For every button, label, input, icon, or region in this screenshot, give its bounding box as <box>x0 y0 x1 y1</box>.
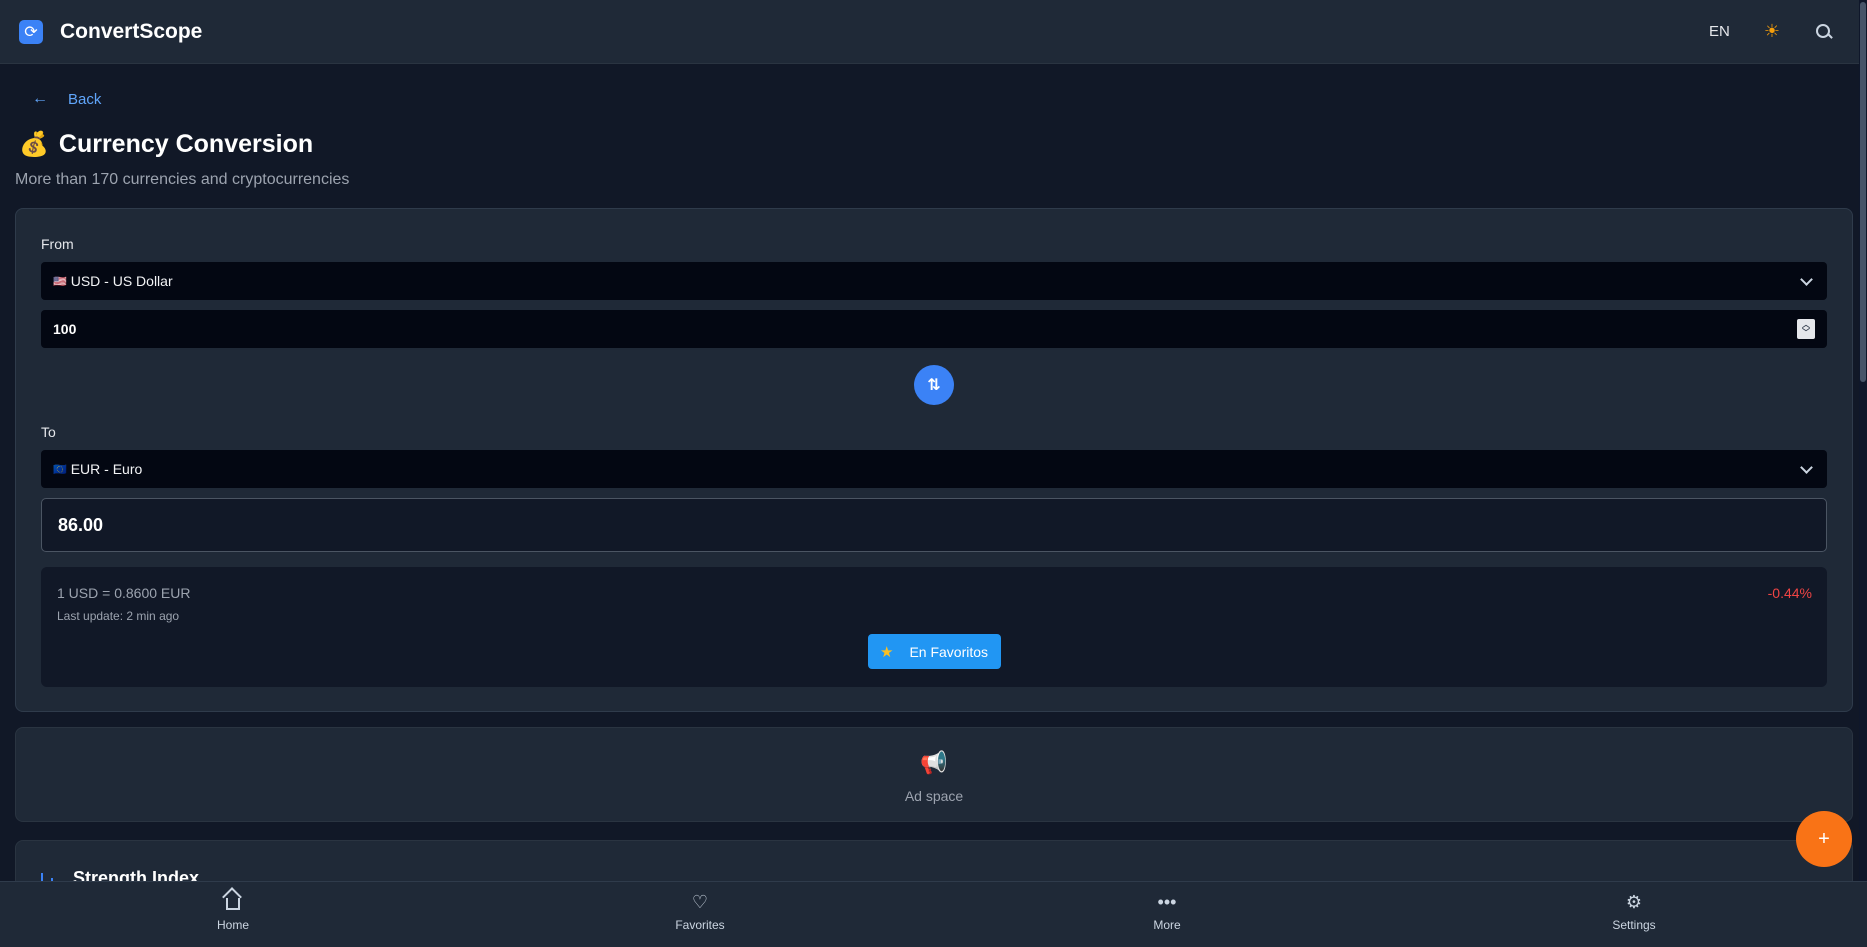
nav-item-more[interactable]: ••• More <box>1107 892 1227 932</box>
arrow-left-icon: ← <box>32 90 48 107</box>
amount-value: 100 <box>53 321 77 337</box>
favorite-label: En Favoritos <box>909 643 989 660</box>
more-icon: ••• <box>1157 892 1177 912</box>
from-label: From <box>41 236 74 252</box>
page-title-text: Currency Conversion <box>58 130 314 158</box>
back-label: Back <box>68 90 102 108</box>
top-bar: ⟳ ConvertScope EN ☀ <box>0 0 1867 64</box>
exchange-rate: 1 USD = 0.8600 EUR <box>57 585 191 601</box>
swap-button[interactable]: ⇅ <box>914 365 954 405</box>
app-title[interactable]: ConvertScope <box>60 20 202 44</box>
refresh-icon[interactable]: ⟳ <box>19 19 43 44</box>
us-flag-icon: 🇺🇸 <box>53 275 67 288</box>
amount-input[interactable]: 100 ︿ ﹀ <box>41 310 1827 348</box>
to-currency-select[interactable]: 🇪🇺 EUR - Euro <box>41 450 1827 488</box>
result-field: 86.00 <box>41 498 1827 552</box>
add-fab-button[interactable]: + <box>1796 811 1852 867</box>
from-currency-value: USD - US Dollar <box>70 273 173 289</box>
home-icon <box>226 892 240 912</box>
sun-icon[interactable]: ☀ <box>1764 21 1780 42</box>
plus-icon: + <box>1818 827 1830 850</box>
page-title: 💰 Currency Conversion <box>19 130 313 159</box>
gear-icon: ⚙ <box>1625 892 1643 912</box>
swap-icon: ⇅ <box>927 377 941 394</box>
ad-space[interactable]: 📢 Ad space <box>15 727 1853 822</box>
megaphone-icon: 📢 <box>920 750 948 775</box>
nav-label-favorites: Favorites <box>675 918 725 932</box>
star-icon: ★ <box>880 643 894 661</box>
chevron-down-icon <box>1800 460 1813 474</box>
to-label: To <box>41 424 56 440</box>
scrollbar-thumb[interactable] <box>1860 2 1866 382</box>
rate-change: -0.44% <box>1767 585 1812 601</box>
eu-flag-icon: 🇪🇺 <box>53 463 67 476</box>
nav-label-home: Home <box>216 918 249 932</box>
heart-icon: ♡ <box>691 892 709 912</box>
converter-card: From 🇺🇸 USD - US Dollar 100 ︿ ﹀ ⇅ To 🇪🇺 E… <box>15 208 1853 712</box>
last-update: Last update: 2 min ago <box>57 609 180 623</box>
money-bag-icon: 💰 <box>19 131 49 158</box>
back-link[interactable]: ← Back <box>32 90 101 108</box>
nav-item-settings[interactable]: ⚙ Settings <box>1574 892 1694 932</box>
language-button[interactable]: EN <box>1709 23 1730 40</box>
top-actions: EN ☀ <box>1709 21 1834 42</box>
search-icon[interactable] <box>1814 22 1834 42</box>
amount-stepper[interactable]: ︿ ﹀ <box>1797 319 1815 339</box>
ad-label: Ad space <box>904 788 964 804</box>
page-subtitle: More than 170 currencies and cryptocurre… <box>15 171 350 188</box>
nav-label-settings: Settings <box>1612 918 1656 932</box>
rate-info: 1 USD = 0.8600 EUR Last update: 2 min ag… <box>41 567 1827 687</box>
favorite-button[interactable]: ★ En Favoritos <box>868 634 1001 669</box>
nav-item-home[interactable]: Home <box>173 892 293 932</box>
to-currency-value: EUR - Euro <box>70 461 143 477</box>
nav-label-more: More <box>1153 918 1181 932</box>
from-currency-select[interactable]: 🇺🇸 USD - US Dollar <box>41 262 1827 300</box>
bottom-nav: Home ♡ Favorites ••• More ⚙ Settings <box>0 881 1867 947</box>
chevron-down-icon <box>1800 272 1813 286</box>
scrollbar[interactable] <box>1859 0 1867 947</box>
nav-item-favorites[interactable]: ♡ Favorites <box>640 892 760 932</box>
